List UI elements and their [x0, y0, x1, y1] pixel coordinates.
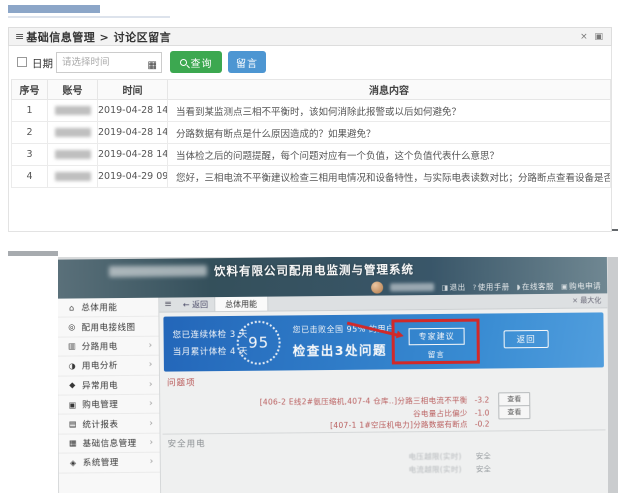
alert-icon: ◆ — [68, 381, 77, 390]
home-icon: ⌂ — [67, 303, 76, 312]
system-titlebar: 饮料有限公司配用电监测与管理系统 ◨退出 ?使用手册 ◗在线客服 ▣购电申请 — [58, 257, 607, 299]
safety-row: 电压越限(实时) 安全 — [408, 450, 490, 462]
photo-edge-strip — [608, 257, 618, 493]
breadcrumb: 基础信息管理 > 讨论区留言 — [26, 29, 171, 45]
blurred-company-logo — [109, 265, 207, 277]
blurred-username — [390, 283, 434, 291]
sidebar-item-abnormal-power[interactable]: ◆异常用电› — [58, 375, 159, 395]
chevron-right-icon: › — [150, 457, 154, 467]
sidebar-item-purchase-mgmt[interactable]: ▣购电管理› — [58, 395, 159, 415]
search-button[interactable]: 查询 — [170, 51, 222, 73]
col-account: 账号 — [48, 80, 98, 100]
chevron-right-icon: › — [149, 360, 153, 370]
tab-bar: ≡ ← 返回 总体用能 × 最大化 — [159, 293, 607, 312]
back-button[interactable]: 返回 — [504, 330, 549, 348]
col-content: 消息内容 — [168, 80, 611, 100]
problems-found-text: 检查出3处问题 — [293, 339, 395, 359]
magnifier-icon — [180, 59, 187, 66]
message-link[interactable]: 留言 — [428, 349, 445, 360]
cart-icon: ▣ — [561, 282, 568, 290]
date-checkbox[interactable] — [17, 57, 27, 67]
window-control-icons[interactable]: × ▣ — [580, 32, 605, 42]
chevron-right-icon: › — [149, 341, 153, 351]
col-no: 序号 — [12, 80, 48, 100]
report-icon: ▤ — [68, 419, 77, 428]
problem-score: -3.2 — [475, 395, 490, 404]
photo-screen-content: 饮料有限公司配用电监测与管理系统 ◨退出 ?使用手册 ◗在线客服 ▣购电申请 ⌂… — [58, 257, 609, 493]
message-table: 序号 账号 时间 消息内容 1 2019-04-28 14:02:46 当看到某… — [11, 79, 611, 188]
chevron-right-icon: › — [149, 399, 153, 409]
problem-score: -0.2 — [475, 420, 490, 429]
branch-icon: ▥ — [68, 342, 77, 351]
table-row[interactable]: 1 2019-04-28 14:02:46 当看到某监测点三相不平衡时，该如何消… — [12, 100, 611, 122]
calendar-icon[interactable]: ▦ — [148, 56, 157, 75]
chevron-right-icon: › — [149, 438, 153, 448]
sidebar-item-wiring-diagram[interactable]: ◎配用电接线图 — [58, 317, 159, 337]
decorative-bar-middle — [8, 251, 58, 256]
sidebar-item-branch-power[interactable]: ▥分路用电› — [58, 336, 159, 356]
chat-icon: ◗ — [517, 283, 521, 291]
problem-row: [407-1 1#空压机电力]分路数据有断点 -0.2 — [330, 418, 530, 431]
info-icon: ▦ — [69, 439, 78, 448]
table-row[interactable]: 2 2019-04-28 14:04:28 分路数据有断点是什么原因造成的？如果… — [12, 122, 611, 144]
sidebar-item-power-analysis[interactable]: ◑用电分析› — [58, 356, 159, 376]
purchase-icon: ▣ — [68, 400, 77, 409]
date-label: 日期 — [32, 56, 53, 71]
diagram-icon: ◎ — [67, 323, 76, 332]
hamburger-icon[interactable]: ≡ — [159, 299, 177, 309]
safety-row: 电流越限(实时) 安全 — [409, 463, 491, 475]
table-row[interactable]: 3 2019-04-28 14:06:05 当体检之后的问题提醒，每个问题对应有… — [12, 144, 611, 166]
expert-advice-button[interactable]: 专家建议 — [409, 328, 465, 346]
col-time: 时间 — [98, 80, 168, 100]
avatar[interactable] — [371, 282, 383, 294]
system-title: 饮料有限公司配用电监测与管理系统 — [214, 261, 414, 279]
main-content: ≡ ← 返回 总体用能 × 最大化 您已连续体检 3 天 当月累计体检 4 天 … — [159, 293, 609, 493]
filter-row: 日期 请选择时间 ▦ 查询 留言 — [9, 46, 611, 78]
red-annotation-box: 专家建议 留言 — [391, 319, 479, 365]
safety-status: 安全 — [476, 463, 491, 474]
problem-score: -1.0 — [475, 408, 490, 417]
score-circle: 95 — [236, 321, 280, 365]
breadcrumb-bar: ≡ 基础信息管理 > 讨论区留言 × ▣ — [8, 27, 612, 46]
sidebar-item-reports[interactable]: ▤统计报表› — [58, 414, 159, 434]
browser-remnant-bar — [8, 5, 100, 13]
blurred-account — [55, 172, 91, 181]
blurred-account — [55, 106, 91, 115]
photo-of-screen: 饮料有限公司配用电监测与管理系统 ◨退出 ?使用手册 ◗在线客服 ▣购电申请 ⌂… — [58, 257, 618, 493]
safety-section-title: 安全用电 — [168, 437, 206, 449]
settings-icon: ◈ — [69, 458, 78, 467]
problems-section-title: 问题项 — [167, 376, 196, 388]
date-placeholder: 请选择时间 — [62, 57, 110, 68]
blurred-account — [55, 150, 91, 159]
chevron-right-icon: › — [149, 379, 153, 389]
health-check-banner: 您已连续体检 3 天 当月累计体检 4 天 95 您已击败全国 95% 的用户 … — [163, 312, 604, 371]
logout-icon: ◨ — [441, 283, 448, 291]
manual-link[interactable]: ?使用手册 — [473, 281, 510, 292]
sidebar-item-basic-info-mgmt[interactable]: ▦基础信息管理› — [59, 433, 160, 453]
leave-message-button[interactable]: 留言 — [228, 51, 266, 73]
table-header-row: 序号 账号 时间 消息内容 — [12, 80, 611, 100]
maximize-control[interactable]: × 最大化 — [572, 295, 607, 305]
header-user-row: ◨退出 ?使用手册 ◗在线客服 ▣购电申请 — [371, 279, 601, 293]
menu-icon[interactable]: ≡ — [15, 30, 24, 43]
view-button-spacer — [498, 423, 530, 424]
safety-status: 安全 — [476, 450, 491, 461]
chevron-right-icon: › — [149, 418, 153, 428]
date-picker-input[interactable]: 请选择时间 ▦ — [56, 52, 162, 73]
decorative-line-top — [8, 16, 170, 18]
logout-link[interactable]: ◨退出 — [441, 281, 465, 292]
message-panel: 日期 请选择时间 ▦ 查询 留言 序号 账号 时间 消息内容 1 2019-04… — [8, 46, 612, 232]
service-link[interactable]: ◗在线客服 — [517, 280, 554, 291]
sidebar-item-overall-energy[interactable]: ⌂总体用能 — [58, 298, 158, 318]
tab-overall-energy[interactable]: 总体用能 — [214, 297, 268, 312]
sidebar-item-system-mgmt[interactable]: ◈系统管理› — [59, 453, 160, 473]
table-row[interactable]: 4 2019-04-29 09:43:05 您好，三相电流不平衡建议检查三相用电… — [12, 166, 611, 188]
back-tab[interactable]: ← 返回 — [177, 299, 214, 310]
analysis-icon: ◑ — [68, 361, 77, 370]
blurred-account — [55, 128, 91, 137]
sidebar: ⌂总体用能 ◎配用电接线图 ▥分路用电› ◑用电分析› ◆异常用电› ▣购电管理… — [58, 298, 161, 493]
purchase-link[interactable]: ▣购电申请 — [561, 280, 601, 291]
manual-icon: ? — [473, 283, 477, 291]
